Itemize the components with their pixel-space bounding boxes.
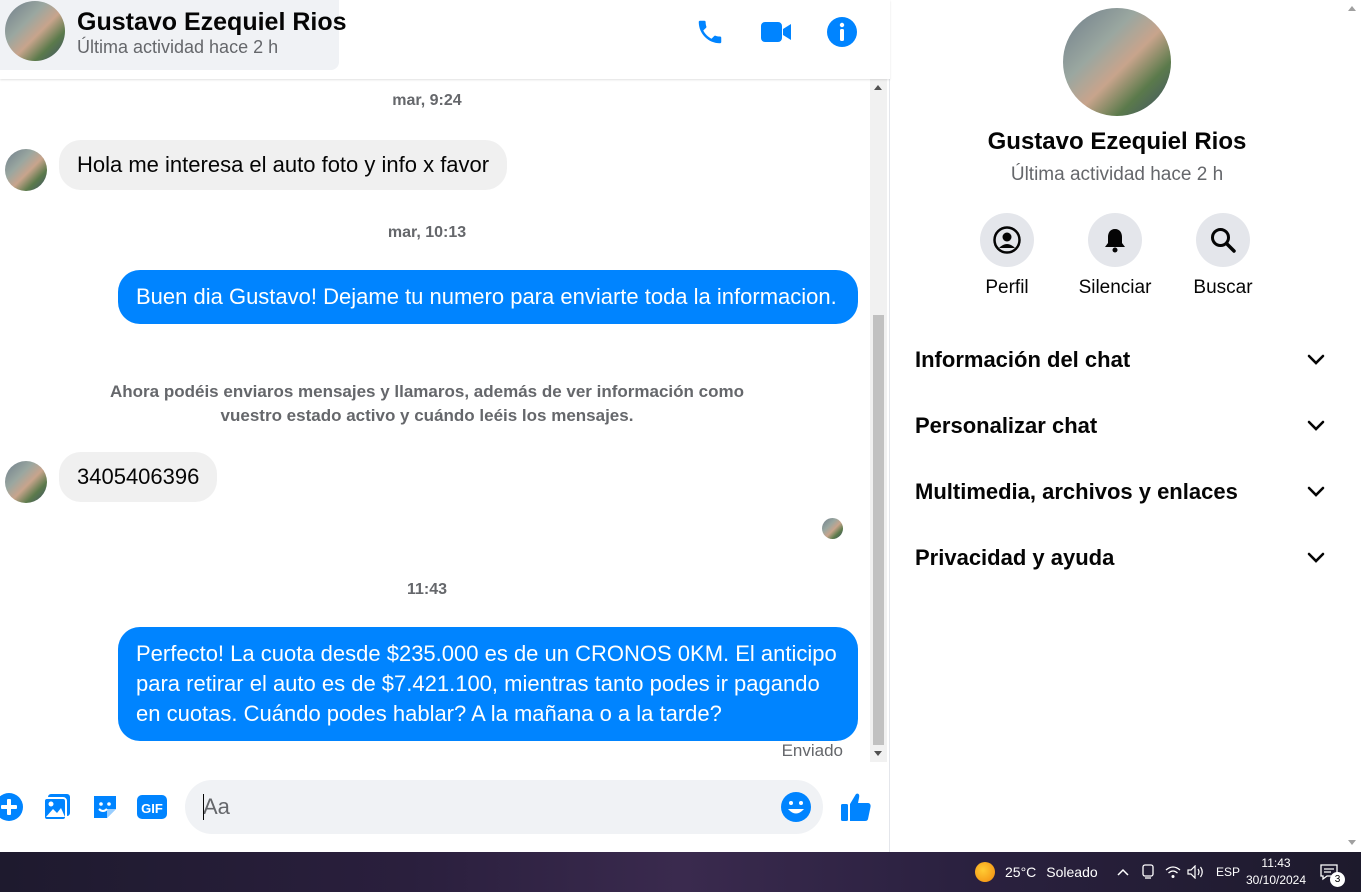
search-button[interactable]: Buscar xyxy=(1178,213,1268,299)
like-icon[interactable] xyxy=(839,790,873,824)
text-caret xyxy=(203,794,204,820)
composer: GIF xyxy=(0,768,890,852)
profile-avatar[interactable] xyxy=(1063,8,1171,116)
gif-label: GIF xyxy=(141,801,163,816)
photo-icon[interactable] xyxy=(40,790,74,824)
windows-taskbar: 25°C Soleado ESP 11:43 30/10/2024 3 xyxy=(0,852,1361,892)
timestamp: mar, 9:24 xyxy=(392,92,462,109)
mute-button[interactable]: Silenciar xyxy=(1070,213,1160,299)
show-hidden-icons-button[interactable] xyxy=(1116,852,1130,892)
avatar[interactable] xyxy=(5,1,65,61)
video-call-icon[interactable] xyxy=(756,12,796,52)
chevron-down-icon xyxy=(1307,552,1325,563)
volume-icon[interactable] xyxy=(1187,852,1205,892)
sent-status: Enviado xyxy=(781,741,843,760)
clock-time: 11:43 xyxy=(1261,856,1291,870)
emoji-icon[interactable] xyxy=(779,790,813,824)
sticker-icon[interactable] xyxy=(88,790,122,824)
profile-button[interactable]: Perfil xyxy=(962,213,1052,299)
plus-icon[interactable] xyxy=(0,790,26,824)
contact-status: Última actividad hace 2 h xyxy=(77,37,279,57)
section-media[interactable]: Multimedia, archivos y enlaces xyxy=(915,468,1325,516)
scroll-thumb[interactable] xyxy=(873,315,884,745)
notification-count-badge: 3 xyxy=(1330,872,1345,887)
section-label: Privacidad y ayuda xyxy=(915,545,1115,570)
mute-label: Silenciar xyxy=(1078,277,1152,298)
section-label: Información del chat xyxy=(915,347,1131,372)
section-customize-chat[interactable]: Personalizar chat xyxy=(915,402,1325,450)
weather-text: Soleado xyxy=(1046,864,1098,880)
info-scrollbar[interactable] xyxy=(1344,0,1361,852)
weather-widget[interactable]: 25°C Soleado xyxy=(975,852,1098,892)
scroll-down-arrow[interactable] xyxy=(1348,840,1356,845)
scroll-up-arrow[interactable] xyxy=(874,85,882,90)
scroll-up-arrow[interactable] xyxy=(1348,6,1356,11)
section-label: Personalizar chat xyxy=(915,413,1098,438)
search-label: Buscar xyxy=(1193,277,1253,298)
message-input-box[interactable] xyxy=(185,780,823,834)
outgoing-message[interactable]: Perfecto! La cuota desde $235.000 es de … xyxy=(118,627,858,741)
search-icon xyxy=(1196,213,1250,267)
system-note: Ahora podéis enviaros mensajes y llamaro… xyxy=(110,382,744,425)
chevron-down-icon xyxy=(1307,354,1325,365)
contact-name: Gustavo Ezequiel Rios xyxy=(77,8,347,36)
wifi-icon[interactable] xyxy=(1165,852,1181,892)
bell-icon xyxy=(1088,213,1142,267)
language-indicator[interactable]: ESP xyxy=(1216,852,1240,892)
message-list[interactable]: mar, 9:24 Hola me interesa el auto foto … xyxy=(0,79,870,762)
chevron-down-icon xyxy=(1307,486,1325,497)
phone-icon[interactable] xyxy=(690,12,730,52)
section-label: Multimedia, archivos y enlaces xyxy=(915,479,1238,504)
avatar[interactable] xyxy=(5,461,47,503)
clock-date: 30/10/2024 xyxy=(1245,873,1307,887)
gif-icon[interactable]: GIF xyxy=(135,790,169,824)
seen-indicator-avatar xyxy=(822,518,843,539)
sun-icon xyxy=(975,862,995,882)
info-icon[interactable] xyxy=(822,12,862,52)
device-icon[interactable] xyxy=(1141,852,1155,892)
chevron-up-icon xyxy=(1117,868,1129,876)
section-privacy[interactable]: Privacidad y ayuda xyxy=(915,534,1325,582)
profile-label: Perfil xyxy=(985,277,1029,298)
incoming-message[interactable]: 3405406396 xyxy=(59,452,218,502)
chat-header: Gustavo Ezequiel Rios Última actividad h… xyxy=(0,0,890,79)
info-contact-name: Gustavo Ezequiel Rios xyxy=(987,128,1247,155)
timestamp: 11:43 xyxy=(406,581,448,598)
avatar[interactable] xyxy=(5,149,47,191)
profile-icon xyxy=(980,213,1034,267)
contact-info-panel: Gustavo Ezequiel Rios Última actividad h… xyxy=(891,0,1361,852)
incoming-message[interactable]: Hola me interesa el auto foto y info x f… xyxy=(59,140,508,190)
chat-panel: Gustavo Ezequiel Rios Última actividad h… xyxy=(0,0,890,852)
info-contact-status: Última actividad hace 2 h xyxy=(1010,164,1224,185)
outgoing-message[interactable]: Buen dia Gustavo! Dejame tu numero para … xyxy=(118,270,858,324)
message-input[interactable] xyxy=(203,792,763,822)
message-scrollbar[interactable] xyxy=(870,79,887,762)
chevron-down-icon xyxy=(1307,420,1325,431)
scroll-down-arrow[interactable] xyxy=(874,751,882,756)
notification-center-button[interactable]: 3 xyxy=(1319,852,1345,892)
weather-temp: 25°C xyxy=(1005,864,1037,880)
timestamp: mar, 10:13 xyxy=(387,224,467,241)
messenger-app: Gustavo Ezequiel Rios Última actividad h… xyxy=(0,0,1361,852)
clock[interactable]: 11:43 30/10/2024 xyxy=(1244,852,1308,892)
section-chat-info[interactable]: Información del chat xyxy=(915,336,1325,384)
contact-header-chip[interactable]: Gustavo Ezequiel Rios Última actividad h… xyxy=(0,0,347,70)
